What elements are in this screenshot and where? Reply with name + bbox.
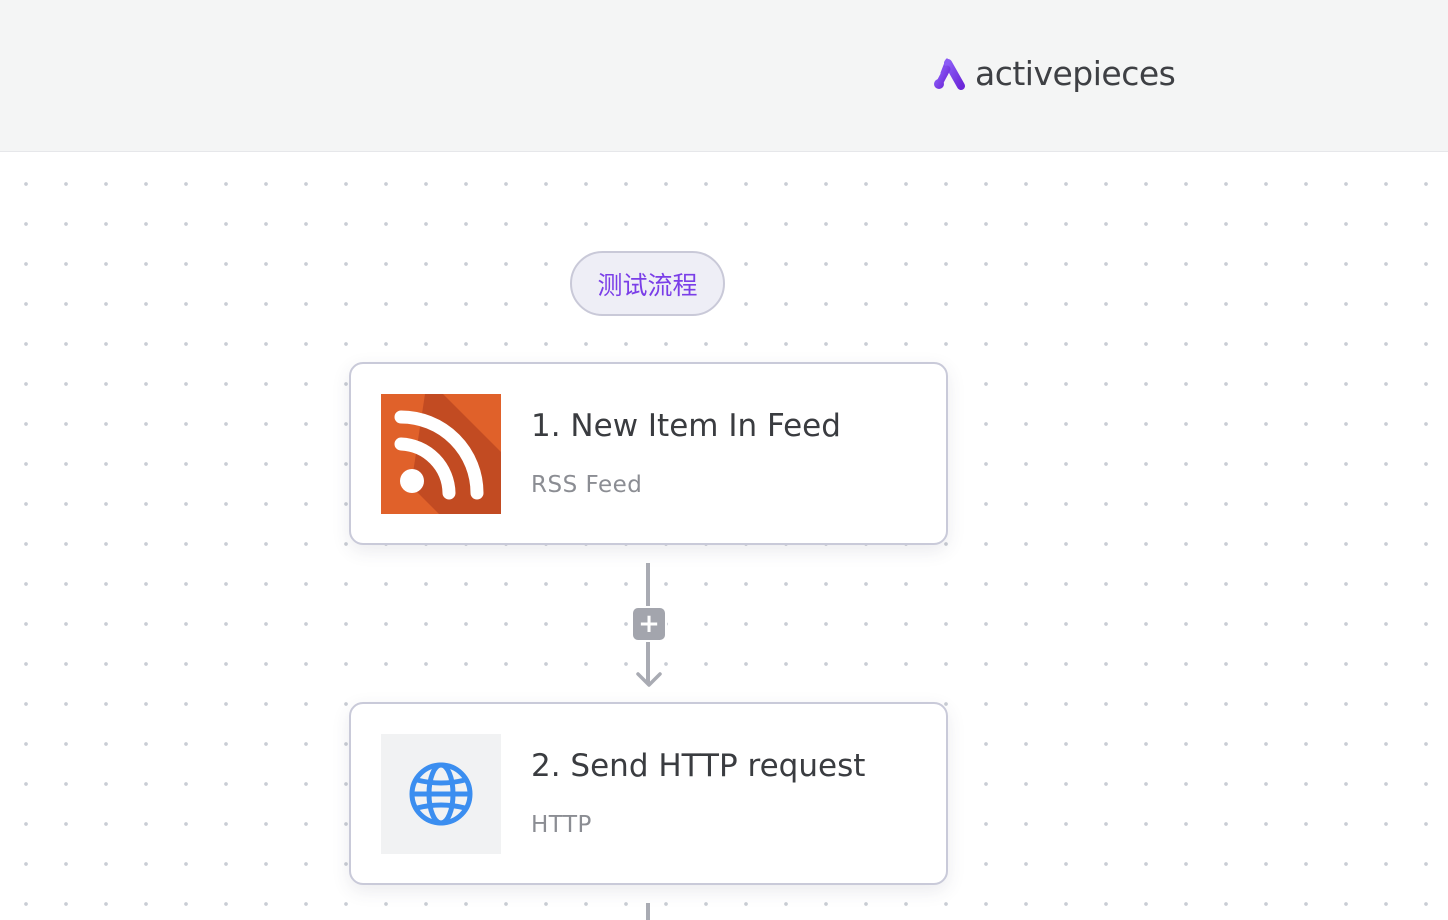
step-card-rss[interactable]: 1. New Item In Feed RSS Feed	[349, 362, 948, 545]
connector-line	[646, 903, 650, 920]
globe-icon	[409, 762, 473, 826]
arrow-down-icon	[636, 672, 662, 687]
activepieces-logo-icon	[934, 58, 965, 90]
brand-logo[interactable]: activepieces	[932, 52, 1176, 96]
logo-text: activepieces	[975, 54, 1176, 93]
top-header: activepieces	[0, 0, 1448, 152]
plus-icon: +	[638, 609, 660, 639]
add-step-button[interactable]: +	[631, 606, 667, 642]
http-piece-logo	[381, 734, 501, 854]
step-card-http[interactable]: 2. Send HTTP request HTTP	[349, 702, 948, 885]
rss-icon	[381, 394, 501, 514]
step-title: 2. Send HTTP request	[531, 748, 866, 784]
step-piece-name: HTTP	[531, 812, 592, 838]
step-piece-name: RSS Feed	[531, 472, 643, 498]
flow-name-badge[interactable]: 测试流程	[570, 251, 725, 316]
step-title: 1. New Item In Feed	[531, 408, 841, 444]
